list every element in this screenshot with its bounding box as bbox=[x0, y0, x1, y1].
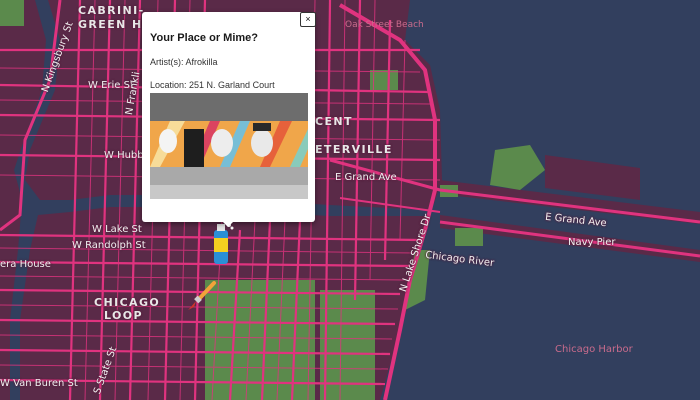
map-label-chicago: CHICAGO bbox=[94, 296, 161, 309]
map-label-navy-pier: Navy Pier bbox=[568, 237, 616, 248]
popup-artist: Artist(s): Afrokilla bbox=[150, 57, 218, 67]
close-button[interactable]: × bbox=[300, 12, 316, 27]
popup-pointer bbox=[220, 219, 236, 227]
map-label-chicago-harbor: Chicago Harbor bbox=[555, 344, 633, 355]
spray-can-icon[interactable] bbox=[208, 222, 234, 271]
mural-popup: Your Place or Mime? Artist(s): Afrokilla… bbox=[142, 12, 315, 227]
map-label-w-erie: W Erie St bbox=[88, 80, 134, 91]
popup-title: Your Place or Mime? bbox=[150, 32, 258, 44]
popup-location: Location: 251 N. Garland Court bbox=[150, 80, 275, 90]
map-label-streeterville-part1: CENT bbox=[315, 115, 353, 128]
map-label-oak-street-beach: Oak Street Beach bbox=[345, 20, 424, 30]
map-label-cabrini: CABRINI- bbox=[78, 4, 145, 17]
map-canvas[interactable] bbox=[0, 0, 700, 400]
map-label-streeterville-part2: ETERVILLE bbox=[315, 143, 393, 156]
map-label-loop: LOOP bbox=[104, 309, 143, 322]
paintbrush-icon[interactable] bbox=[186, 280, 218, 317]
map-label-w-hubbard: W Hubb bbox=[104, 150, 144, 161]
map-label-opera-house: era House bbox=[0, 259, 51, 270]
map-label-van-buren: W Van Buren St bbox=[0, 378, 78, 389]
map-label-w-randolph: W Randolph St bbox=[72, 240, 146, 251]
map-label-w-lake: W Lake St bbox=[92, 224, 142, 235]
mural-photo bbox=[150, 93, 308, 199]
map-label-e-grand-1: E Grand Ave bbox=[335, 172, 397, 183]
